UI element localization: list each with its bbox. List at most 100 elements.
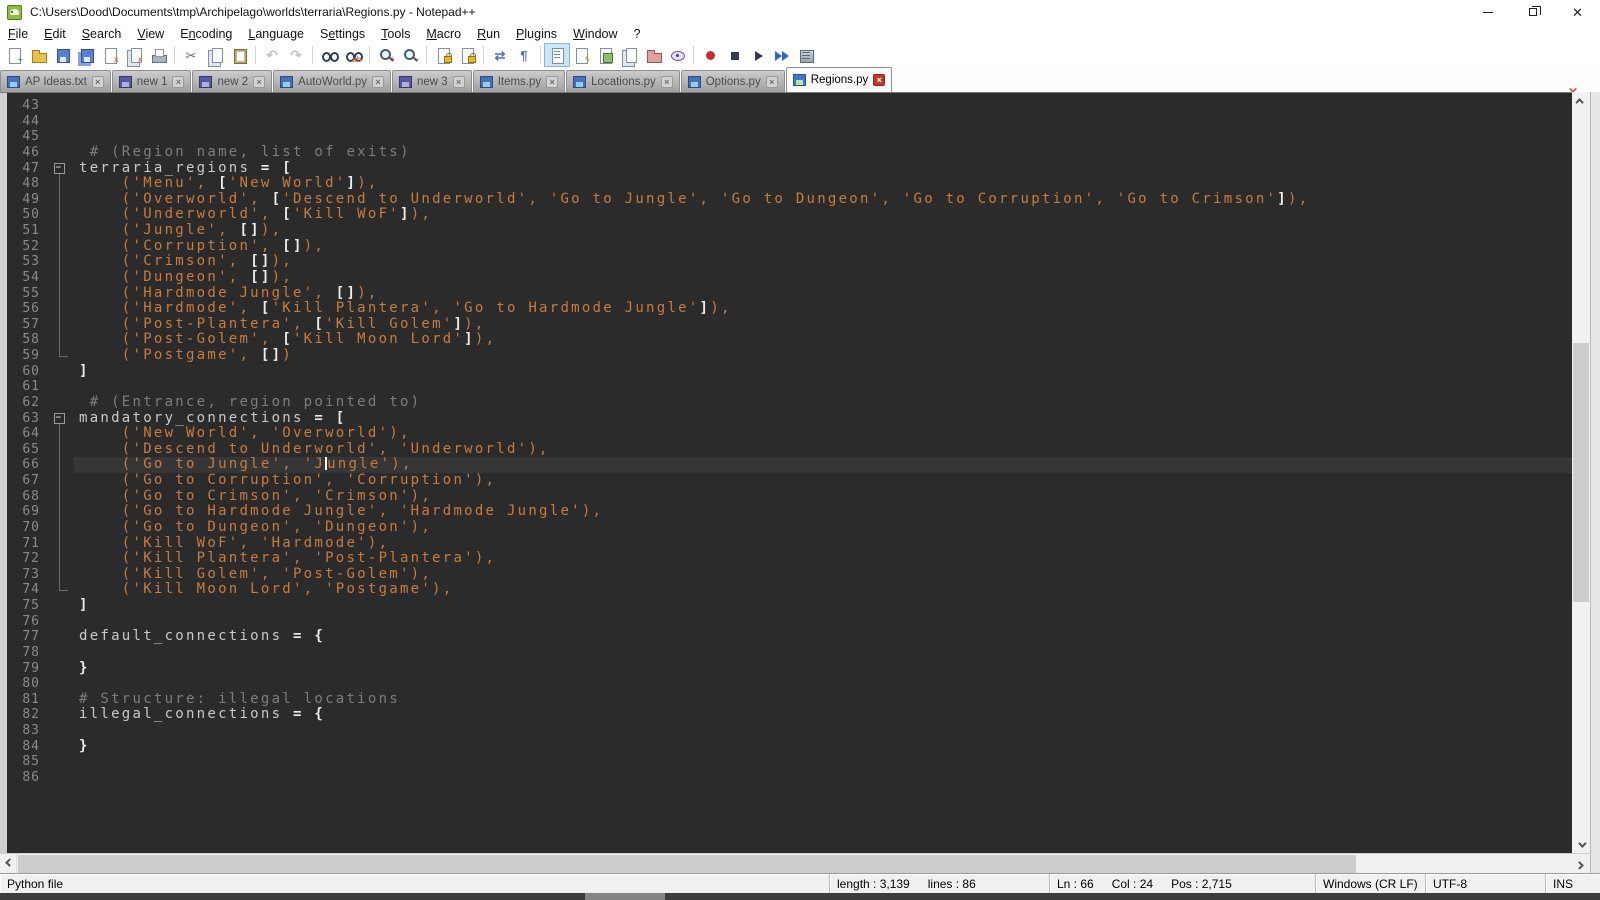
sync-vertical-scroll-button[interactable] — [431, 44, 455, 66]
word-wrap-button[interactable]: ⇄ — [488, 44, 512, 66]
menu-item-tools[interactable]: Tools — [373, 26, 418, 42]
menu-item-file[interactable]: File — [0, 26, 36, 42]
paste-button[interactable] — [227, 44, 251, 66]
code-line-53[interactable]: 53 ('Crimson', []), — [7, 254, 1572, 270]
save-all-button[interactable] — [74, 44, 98, 66]
show-all-characters-button[interactable]: ¶ — [512, 44, 536, 66]
code-line-66[interactable]: 66 ('Go to Jungle', 'Jungle'), — [7, 457, 1572, 473]
function-list-button[interactable]: ϟ — [569, 44, 593, 66]
monitoring-button[interactable] — [665, 44, 689, 66]
code-line-58[interactable]: 58 ('Post-Golem', ['Kill Moon Lord']), — [7, 332, 1572, 348]
tab-items-py[interactable]: Items.py× — [473, 70, 565, 92]
code-line-76[interactable]: 76 — [7, 614, 1572, 630]
tab-new-1[interactable]: new 1× — [112, 70, 192, 92]
tab-close-icon[interactable]: × — [372, 76, 384, 88]
code-line-62[interactable]: 62 # (Entrance, region pointed to) — [7, 395, 1572, 411]
tab-locations-py[interactable]: Locations.py× — [566, 70, 680, 92]
menu-item-run[interactable]: Run — [469, 26, 508, 42]
tab-new-2[interactable]: new 2× — [192, 70, 272, 92]
redo-button[interactable]: ↷ — [284, 44, 308, 66]
menu-item-[interactable]: ? — [626, 26, 649, 42]
close-button[interactable]: ✕ — [1555, 0, 1600, 24]
code-line-52[interactable]: 52 ('Corruption', []), — [7, 239, 1572, 255]
macro-save-button[interactable] — [794, 44, 818, 66]
code-line-69[interactable]: 69 ('Go to Hardmode Jungle', 'Hardmode J… — [7, 504, 1572, 520]
find-button[interactable] — [317, 44, 341, 66]
code-line-60[interactable]: 60] — [7, 364, 1572, 380]
copy-button[interactable] — [203, 44, 227, 66]
menu-item-macro[interactable]: Macro — [418, 26, 469, 42]
tab-close-icon[interactable]: × — [453, 76, 465, 88]
code-line-48[interactable]: 48 ('Menu', ['New World']), — [7, 176, 1572, 192]
menu-item-window[interactable]: Window — [565, 26, 625, 42]
macro-stop-button[interactable] — [722, 44, 746, 66]
menu-item-edit[interactable]: Edit — [36, 26, 74, 42]
menu-item-settings[interactable]: Settings — [312, 26, 373, 42]
menu-item-language[interactable]: Language — [240, 26, 312, 42]
code-line-56[interactable]: 56 ('Hardmode', ['Kill Plantera', 'Go to… — [7, 301, 1572, 317]
code-line-75[interactable]: 75] — [7, 598, 1572, 614]
code-line-50[interactable]: 50 ('Underworld', ['Kill WoF']), — [7, 207, 1572, 223]
undo-button[interactable]: ↶ — [260, 44, 284, 66]
zoom-out-button[interactable]: − — [398, 44, 422, 66]
code-line-79[interactable]: 79} — [7, 661, 1572, 677]
code-line-77[interactable]: 77default_connections = { — [7, 629, 1572, 645]
close-button[interactable]: x — [98, 44, 122, 66]
code-line-51[interactable]: 51 ('Jungle', []), — [7, 223, 1572, 239]
code-line-47[interactable]: 47−terraria_regions = [ — [7, 161, 1572, 177]
code-line-64[interactable]: 64 ('New World', 'Overworld'), — [7, 426, 1572, 442]
code-editor[interactable]: 43444546 # (Region name, list of exits)4… — [0, 92, 1600, 853]
code-line-78[interactable]: 78 — [7, 645, 1572, 661]
code-line-80[interactable]: 80 — [7, 676, 1572, 692]
menu-item-search[interactable]: Search — [74, 26, 130, 42]
restore-button[interactable] — [1510, 0, 1555, 24]
horizontal-scroll-thumb[interactable] — [18, 855, 1356, 873]
code-line-54[interactable]: 54 ('Dungeon', []), — [7, 270, 1572, 286]
vertical-scroll-thumb[interactable] — [1573, 343, 1589, 602]
code-line-59[interactable]: 59 ('Postgame', []) — [7, 348, 1572, 364]
code-line-81[interactable]: 81# Structure: illegal locations — [7, 692, 1572, 708]
open-file-button[interactable] — [26, 44, 50, 66]
code-line-55[interactable]: 55 ('Hardmode Jungle', []), — [7, 286, 1572, 302]
menu-item-view[interactable]: View — [129, 26, 172, 42]
horizontal-scrollbar[interactable] — [0, 853, 1590, 873]
code-line-73[interactable]: 73 ('Kill Golem', 'Post-Golem'), — [7, 567, 1572, 583]
fold-margin-open[interactable]: − — [48, 411, 74, 427]
scroll-left-arrow-icon[interactable] — [0, 854, 17, 874]
code-line-46[interactable]: 46 # (Region name, list of exits) — [7, 145, 1572, 161]
fold-margin-open[interactable]: − — [48, 161, 74, 177]
code-line-63[interactable]: 63−mandatory_connections = [ — [7, 411, 1572, 427]
macro-playback-button[interactable] — [746, 44, 770, 66]
code-line-57[interactable]: 57 ('Post-Plantera', ['Kill Golem']), — [7, 317, 1572, 333]
tab-close-icon[interactable]: × — [873, 74, 885, 86]
code-line-82[interactable]: 82illegal_connections = { — [7, 707, 1572, 723]
tab-ap-ideas-txt[interactable]: AP Ideas.txt× — [0, 70, 111, 92]
document-map-button[interactable] — [593, 44, 617, 66]
code-line-44[interactable]: 44 — [7, 114, 1572, 130]
code-line-86[interactable]: 86 — [7, 770, 1572, 786]
scroll-right-arrow-icon[interactable] — [1572, 854, 1590, 874]
code-line-45[interactable]: 45 — [7, 129, 1572, 145]
tab-close-icon[interactable]: × — [92, 76, 104, 88]
tab-close-icon[interactable]: × — [661, 76, 673, 88]
tab-autoworld-py[interactable]: AutoWorld.py× — [273, 70, 391, 92]
code-line-68[interactable]: 68 ('Go to Crimson', 'Crimson'), — [7, 489, 1572, 505]
code-line-83[interactable]: 83 — [7, 723, 1572, 739]
tab-close-icon[interactable]: × — [546, 76, 558, 88]
code-line-71[interactable]: 71 ('Kill WoF', 'Hardmode'), — [7, 536, 1572, 552]
menu-item-encoding[interactable]: Encoding — [172, 26, 240, 42]
save-button[interactable] — [50, 44, 74, 66]
show-indent-guide-button[interactable] — [545, 44, 569, 66]
macro-run-multiple-button[interactable] — [770, 44, 794, 66]
tab-new-3[interactable]: new 3× — [392, 70, 472, 92]
tab-regions-py[interactable]: Regions.py× — [786, 67, 893, 92]
print-button[interactable] — [146, 44, 170, 66]
menu-item-plugins[interactable]: Plugins — [508, 26, 565, 42]
code-line-43[interactable]: 43 — [7, 98, 1572, 114]
code-line-84[interactable]: 84} — [7, 739, 1572, 755]
code-line-65[interactable]: 65 ('Descend to Underworld', 'Underworld… — [7, 442, 1572, 458]
zoom-in-button[interactable]: + — [374, 44, 398, 66]
scroll-down-arrow-icon[interactable] — [1572, 836, 1590, 853]
code-line-70[interactable]: 70 ('Go to Dungeon', 'Dungeon'), — [7, 520, 1572, 536]
scroll-up-arrow-icon[interactable] — [1572, 92, 1590, 109]
